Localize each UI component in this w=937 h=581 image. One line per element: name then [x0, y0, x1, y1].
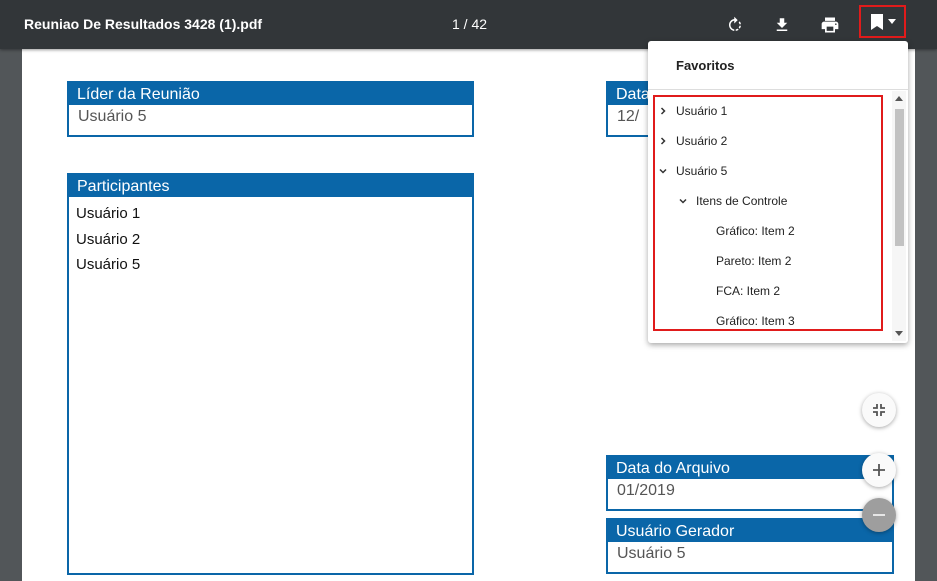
page-indicator[interactable]: 1 / 42: [452, 16, 487, 32]
download-icon: [776, 18, 788, 31]
fit-page-button[interactable]: [862, 393, 896, 427]
print-button[interactable]: [815, 10, 845, 40]
document-title: Reuniao De Resultados 3428 (1).pdf: [24, 16, 263, 32]
bookmark-item-usuario-5[interactable]: Usuário 5: [659, 156, 727, 186]
bookmarks-toggle-button[interactable]: [859, 5, 906, 38]
fit-to-page-icon: [873, 404, 885, 416]
bookmark-label: Gráfico: Item 2: [716, 224, 795, 238]
chevron-down-icon: [659, 168, 667, 174]
bookmark-label: Gráfico: Item 3: [716, 314, 795, 328]
bookmark-label: Usuário 1: [676, 104, 728, 118]
chevron-right-icon: [660, 107, 666, 115]
bookmarks-panel: Favoritos Usuário 1 Usuário 2 Usuário 5 …: [648, 41, 908, 343]
bookmark-item-pareto-item-2[interactable]: Pareto: Item 2: [716, 246, 791, 276]
download-button[interactable]: [767, 10, 797, 40]
rotate-button[interactable]: [720, 10, 750, 40]
leader-value: Usuário 5: [78, 108, 147, 125]
bookmark-label: FCA: Item 2: [716, 284, 781, 298]
bookmark-label: Itens de Controle: [696, 194, 788, 208]
participants-list: Usuário 1 Usuário 2 Usuário 5: [69, 197, 472, 278]
zoom-out-button[interactable]: [862, 498, 896, 532]
plus-icon: [873, 464, 885, 476]
participant-item: Usuário 2: [76, 230, 141, 248]
bookmark-item-itens-de-controle[interactable]: Itens de Controle: [679, 186, 787, 216]
bookmarks-title: Favoritos: [676, 58, 735, 73]
rotate-icon: [729, 16, 741, 31]
zoom-in-button[interactable]: [862, 453, 896, 487]
generator-value: Usuário 5: [617, 545, 686, 562]
bookmarks-scrollbar[interactable]: [892, 91, 906, 341]
archive-date-field: Data do Arquivo 01/2019: [606, 455, 894, 511]
chevron-right-icon: [660, 137, 666, 145]
archive-date-value: 01/2019: [617, 482, 675, 499]
minus-icon: [873, 514, 885, 516]
participants-field: Participantes Usuário 1 Usuário 2 Usuári…: [67, 173, 474, 575]
scroll-down-arrow-icon[interactable]: [895, 331, 903, 336]
panel-divider: [648, 89, 908, 90]
bookmark-item-usuario-1[interactable]: Usuário 1: [659, 96, 727, 126]
leader-field: Líder da Reunião Usuário 5: [67, 81, 474, 137]
bookmark-label: Pareto: Item 2: [716, 254, 792, 268]
caret-down-icon: [887, 19, 896, 24]
archive-date-label: Data do Arquivo: [608, 457, 892, 479]
bookmark-item-usuario-2[interactable]: Usuário 2: [659, 126, 727, 156]
generator-label: Usuário Gerador: [608, 520, 892, 542]
bookmark-label: Usuário 2: [676, 134, 728, 148]
chevron-down-icon: [679, 198, 687, 204]
bookmark-item-grafico-item-2[interactable]: Gráfico: Item 2: [716, 216, 795, 246]
bookmark-icon: [870, 13, 883, 30]
scroll-thumb[interactable]: [895, 109, 904, 246]
scroll-up-arrow-icon[interactable]: [895, 96, 903, 101]
participants-label: Participantes: [69, 175, 472, 197]
generator-field: Usuário Gerador Usuário 5: [606, 518, 894, 574]
bookmark-label: Usuário 5: [676, 164, 728, 178]
print-icon: [821, 17, 839, 33]
participant-item: Usuário 1: [76, 205, 141, 222]
leader-label: Líder da Reunião: [69, 83, 472, 105]
bookmark-item-fca-item-2[interactable]: FCA: Item 2: [716, 276, 780, 306]
bookmark-item-grafico-item-3[interactable]: Gráfico: Item 3: [716, 306, 795, 336]
participant-item: Usuário 5: [76, 256, 141, 273]
